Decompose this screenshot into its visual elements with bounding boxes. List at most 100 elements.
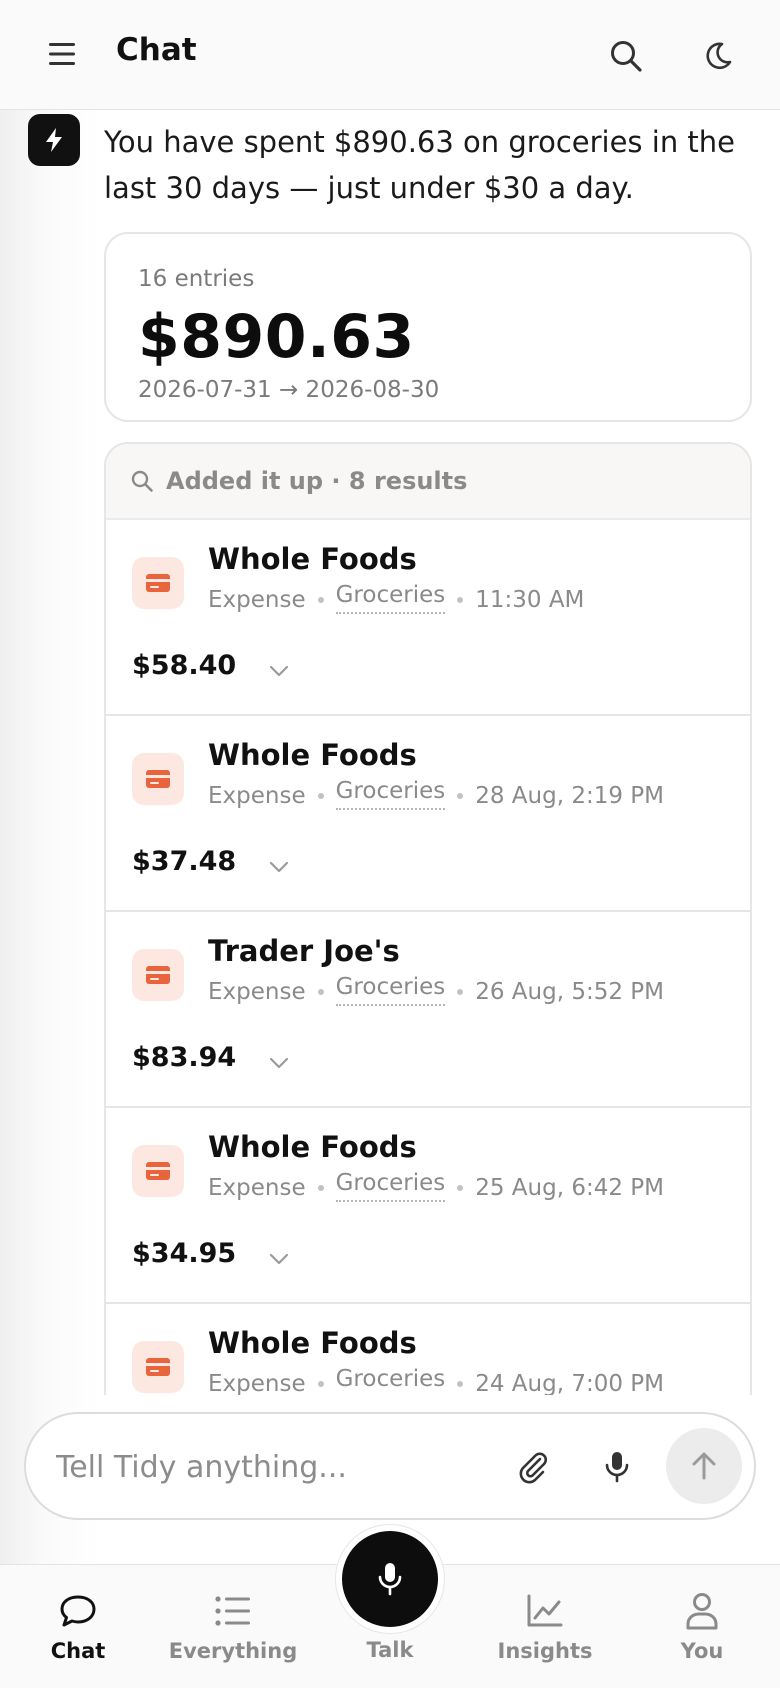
theme-toggle-button[interactable] [694, 32, 742, 80]
entries-count: 16 entries [138, 266, 255, 292]
nav-chat-label: Chat [50, 1639, 106, 1663]
merchant-name: Whole Foods [208, 542, 417, 576]
total-amount: $890.63 [138, 302, 415, 372]
transaction-row[interactable]: Whole Foods Expense Groceries 25 Aug, 6:… [106, 1108, 750, 1304]
transaction-meta: Expense Groceries 28 Aug, 2:19 PM [208, 778, 665, 810]
search-icon [131, 470, 153, 492]
card-icon [132, 1341, 184, 1393]
spending-summary-card: 16 entries $890.63 2026-07-31 → 2026-08-… [104, 232, 752, 422]
nav-insights-label: Insights [497, 1639, 593, 1663]
separator-dot [317, 1185, 324, 1191]
transaction-type: Expense [208, 979, 306, 1005]
transaction-meta: Expense Groceries 24 Aug, 7:00 PM [208, 1366, 665, 1395]
user-icon [686, 1593, 718, 1630]
transaction-time: 28 Aug, 2:19 PM [475, 783, 665, 809]
moon-icon [706, 42, 732, 70]
chevron-down-icon [269, 665, 289, 677]
assistant-avatar [28, 114, 80, 166]
transaction-meta: Expense Groceries 25 Aug, 6:42 PM [208, 1170, 665, 1202]
chevron-down-icon [269, 1253, 289, 1265]
talk-button[interactable] [336, 1525, 444, 1633]
separator-dot [457, 597, 464, 603]
expand-button[interactable] [264, 1244, 294, 1274]
transaction-type: Expense [208, 587, 306, 613]
transaction-type: Expense [208, 1371, 306, 1395]
lightning-bolt-icon [46, 128, 62, 152]
expand-button[interactable] [264, 656, 294, 686]
message-input[interactable] [56, 1442, 496, 1492]
separator-dot [457, 989, 464, 995]
nav-you[interactable]: You [652, 1565, 752, 1688]
separator-dot [317, 793, 324, 799]
separator-dot [317, 1381, 324, 1387]
menu-button[interactable] [40, 32, 84, 76]
top-bar: Chat [0, 0, 780, 110]
nav-everything[interactable]: Everything [163, 1565, 303, 1688]
results-label: Added it up · 8 results [166, 467, 468, 495]
category-tag[interactable]: Groceries [335, 974, 446, 1006]
transaction-row[interactable]: Whole Foods Expense Groceries 28 Aug, 2:… [106, 716, 750, 912]
send-button[interactable] [666, 1428, 742, 1504]
card-icon [132, 753, 184, 805]
transaction-amount: $34.95 [132, 1238, 237, 1269]
voice-input-button[interactable] [592, 1442, 642, 1492]
transaction-time: 26 Aug, 5:52 PM [475, 979, 665, 1005]
search-button[interactable] [602, 32, 650, 80]
chat-bubble-icon [60, 1595, 96, 1627]
separator-dot [317, 989, 324, 995]
page-title: Chat [116, 32, 197, 68]
transaction-type: Expense [208, 783, 306, 809]
search-icon [611, 41, 642, 72]
nav-you-label: You [680, 1639, 724, 1663]
merchant-name: Trader Joe's [208, 934, 400, 968]
chat-area: You have spent $890.63 on groceries in t… [0, 111, 780, 1395]
transaction-amount: $37.48 [132, 846, 237, 877]
chart-line-icon [527, 1594, 563, 1627]
assistant-message: You have spent $890.63 on groceries in t… [104, 125, 736, 205]
results-header[interactable]: Added it up · 8 results [106, 444, 750, 520]
expand-button[interactable] [264, 852, 294, 882]
category-tag[interactable]: Groceries [335, 1170, 446, 1202]
transaction-row[interactable]: Trader Joe's Expense Groceries 26 Aug, 5… [106, 912, 750, 1108]
paperclip-icon [519, 1452, 547, 1484]
category-tag[interactable]: Groceries [335, 778, 446, 810]
merchant-name: Whole Foods [208, 1130, 417, 1164]
transaction-meta: Expense Groceries 26 Aug, 5:52 PM [208, 974, 665, 1006]
separator-dot [457, 1381, 464, 1387]
transaction-meta: Expense Groceries 11:30 AM [208, 582, 585, 614]
attach-button[interactable] [508, 1442, 558, 1492]
nav-insights[interactable]: Insights [490, 1565, 600, 1688]
arrow-up-icon [692, 1452, 716, 1480]
hamburger-menu-icon [49, 43, 75, 65]
transaction-row[interactable]: Whole Foods Expense Groceries 24 Aug, 7:… [106, 1304, 750, 1395]
microphone-icon [605, 1452, 629, 1483]
transaction-time: 11:30 AM [475, 587, 585, 613]
separator-dot [457, 1185, 464, 1191]
card-icon [132, 1145, 184, 1197]
list-icon [215, 1596, 250, 1626]
separator-dot [317, 597, 324, 603]
talk-label: Talk [366, 1638, 414, 1662]
merchant-name: Whole Foods [208, 1326, 417, 1360]
nav-chat[interactable]: Chat [28, 1565, 128, 1688]
chevron-down-icon [269, 861, 289, 873]
category-tag[interactable]: Groceries [335, 582, 446, 614]
card-icon [132, 949, 184, 1001]
transaction-type: Expense [208, 1175, 306, 1201]
date-range: 2026-07-31 → 2026-08-30 [138, 377, 440, 403]
nav-everything-label: Everything [168, 1639, 298, 1663]
card-icon [132, 557, 184, 609]
transaction-amount: $58.40 [132, 650, 237, 681]
merchant-name: Whole Foods [208, 738, 417, 772]
app-root: Chat You have spent $890.63 on groceries… [0, 0, 780, 1688]
transaction-amount: $83.94 [132, 1042, 237, 1073]
category-tag[interactable]: Groceries [336, 1366, 446, 1395]
separator-dot [457, 793, 464, 799]
transaction-time: 24 Aug, 7:00 PM [475, 1371, 665, 1395]
microphone-icon [378, 1563, 402, 1596]
transaction-time: 25 Aug, 6:42 PM [475, 1175, 665, 1201]
transaction-row[interactable]: Whole Foods Expense Groceries 11:30 AM $… [106, 520, 750, 716]
chevron-down-icon [269, 1057, 289, 1069]
results-panel: Added it up · 8 results Whole Foods Expe… [104, 442, 752, 1395]
expand-button[interactable] [264, 1048, 294, 1078]
